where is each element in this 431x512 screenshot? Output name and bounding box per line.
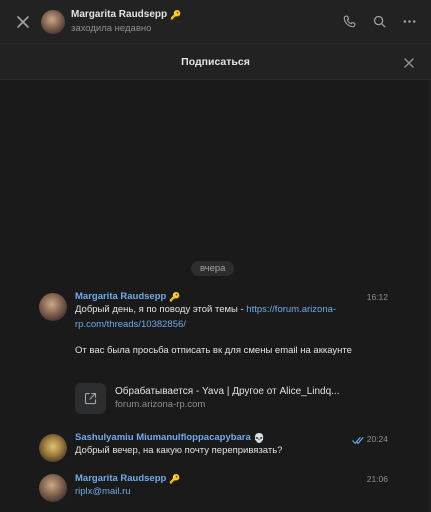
- message-text: riplx@mail.ru: [75, 485, 365, 500]
- link-snippet[interactable]: Обрабатывается - Yava | Другое от Alice_…: [75, 382, 365, 414]
- contact-avatar[interactable]: [41, 9, 65, 34]
- key-emoji-icon: 🔑: [169, 291, 181, 302]
- more-icon[interactable]: [401, 14, 417, 30]
- message-author[interactable]: Sashulyamiu Miumanulfloppacapybara 💀: [75, 432, 265, 443]
- contact-name-text: Margarita Raudsepp: [71, 9, 168, 20]
- snippet-title: Обрабатывается - Yava | Другое от Alice_…: [115, 386, 340, 397]
- contact-name: Margarita Raudsepp 🔑: [71, 8, 181, 21]
- contact-info[interactable]: Margarita Raudsepp 🔑 заходила недавно: [71, 8, 181, 35]
- author-name: Margarita Raudsepp: [75, 473, 167, 484]
- close-icon[interactable]: [403, 56, 415, 68]
- contact-status: заходила недавно: [71, 23, 152, 34]
- author-name: Sashulyamiu Miumanulfloppacapybara: [75, 432, 251, 443]
- date-separator: вчера: [191, 261, 235, 276]
- email-link[interactable]: riplx@mail.ru: [75, 486, 131, 497]
- message-text-part: Добрый день, я по поводу этой темы -: [75, 304, 247, 315]
- message-time: 20:24: [366, 434, 388, 444]
- message-author[interactable]: Margarita Raudsepp 🔑: [75, 473, 181, 484]
- author-avatar[interactable]: [39, 474, 67, 502]
- message-text: Добрый вечер, на какую почту перепривяза…: [75, 445, 283, 456]
- search-icon[interactable]: [371, 14, 387, 30]
- message-text: Добрый день, я по поводу этой темы - htt…: [75, 303, 365, 332]
- author-name: Margarita Raudsepp: [75, 291, 167, 302]
- external-link-icon: [75, 382, 106, 414]
- close-icon[interactable]: [13, 12, 33, 32]
- snippet-domain: forum.arizona-rp.com: [115, 399, 206, 410]
- message-time: 21:06: [366, 474, 388, 484]
- author-avatar[interactable]: [39, 434, 67, 462]
- message-author[interactable]: Margarita Raudsepp 🔑: [75, 291, 181, 302]
- key-emoji-icon: 🔑: [169, 473, 181, 484]
- author-avatar[interactable]: [39, 293, 67, 321]
- subscribe-bar: Подписаться: [0, 44, 431, 80]
- message-time: 16:12: [366, 292, 388, 302]
- chat-header: Margarita Raudsepp 🔑 заходила недавно: [0, 0, 431, 44]
- phone-icon[interactable]: [341, 14, 357, 30]
- message-text: От вас была просьба отписать вк для смен…: [75, 345, 352, 356]
- key-emoji-icon: 🔑: [170, 9, 182, 20]
- skull-emoji-icon: 💀: [253, 432, 266, 443]
- subscribe-button[interactable]: Подписаться: [181, 56, 250, 68]
